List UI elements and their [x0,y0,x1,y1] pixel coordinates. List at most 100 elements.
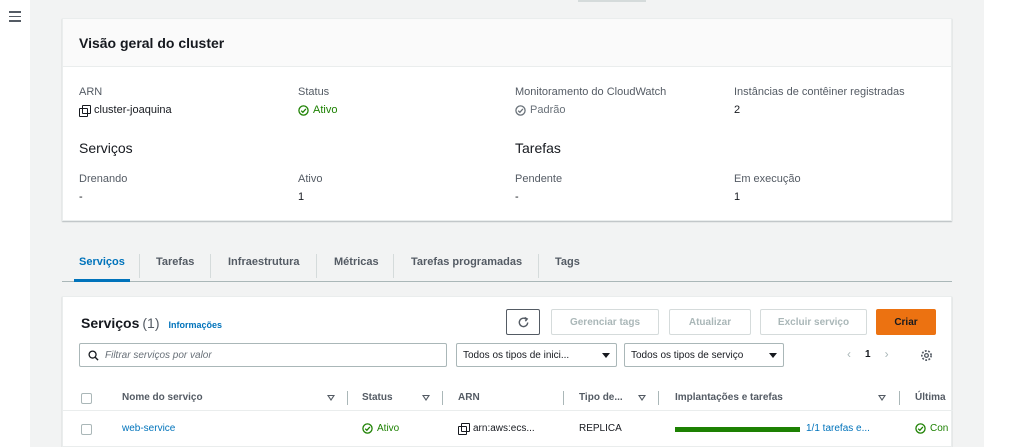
services-section-title: Serviços [79,140,133,156]
draining-value: - [79,191,83,203]
services-header: Serviços (1) Informações [81,315,222,331]
search-input[interactable]: Filtrar serviços por valor [79,343,447,367]
active-field: Ativo 1 [298,173,322,203]
deployment-progress-bar [675,427,800,432]
tab-divider [393,254,394,278]
services-title: Serviços [81,315,140,331]
menu-icon[interactable] [9,11,21,22]
column-divider [899,391,900,405]
monitoring-label: Monitoramento do CloudWatch [515,86,667,98]
column-service-name[interactable]: Nome do serviço [122,392,203,403]
instances-label: Instâncias de contêiner registradas [734,86,905,98]
service-type-value: Todos os tipos de serviço [631,349,744,361]
running-field: Em execução 1 [734,173,801,203]
column-arn[interactable]: ARN [458,392,480,403]
service-name-link[interactable]: web-service [122,423,175,434]
overview-header: Visão geral do cluster [63,19,951,67]
column-divider [442,391,443,405]
pending-label: Pendente [515,173,563,185]
running-value: 1 [734,191,741,203]
table-divider [63,410,953,411]
column-status[interactable]: Status [362,392,393,403]
tasks-section-title: Tarefas [515,140,561,156]
row-checkbox[interactable] [81,424,92,435]
refresh-icon [518,316,528,327]
monitoring-field: Monitoramento do CloudWatch Padrão [515,86,666,116]
manage-tags-button[interactable]: Gerenciar tags [551,309,659,335]
draining-field: Drenando - [79,173,127,203]
arn-field: ARN cluster-joaquina [79,86,172,117]
chevron-right-icon[interactable]: › [885,347,889,361]
active-value: 1 [298,191,305,203]
tab-infrastructure[interactable]: Infraestrutura [228,256,300,268]
column-divider [563,391,564,405]
copy-icon[interactable] [79,104,91,117]
row-arn: arn:aws:ecs... [458,423,535,435]
cluster-name: cluster-joaquina [94,104,172,116]
pagination: ‹ 1 › [847,347,889,361]
create-button[interactable]: Criar [876,309,936,335]
sort-icon[interactable] [327,395,335,401]
refresh-button[interactable] [506,309,540,335]
column-type[interactable]: Tipo de... [579,392,623,403]
check-circle-icon [915,423,926,434]
monitoring-value: Padrão [515,104,666,116]
row-status-text: Ativo [377,423,400,434]
launch-type-value: Todos os tipos de inici... [463,349,570,361]
tab-metrics[interactable]: Métricas [334,256,379,268]
row-deployments-link[interactable]: 1/1 tarefas e... [806,423,870,434]
sort-icon[interactable] [422,395,430,401]
running-label: Em execução [734,173,801,185]
select-all-checkbox[interactable] [81,393,92,404]
gear-icon[interactable] [920,349,933,362]
column-divider [658,391,659,405]
draining-label: Drenando [79,173,128,185]
page-number[interactable]: 1 [865,349,871,360]
column-divider [347,391,348,405]
row-arn-text: arn:aws:ecs... [473,423,535,434]
tab-tags[interactable]: Tags [555,256,580,268]
column-last[interactable]: Última [915,392,946,403]
right-strip [984,0,1021,447]
arn-value[interactable]: cluster-joaquina [79,104,172,117]
tab-services[interactable]: Serviços [79,256,125,268]
status-text: Ativo [313,104,338,116]
deployment-progress-fill [675,427,800,432]
launch-type-select[interactable]: Todos os tipos de inici... [456,343,617,367]
check-circle-icon [362,423,373,434]
chevron-left-icon[interactable]: ‹ [847,347,851,361]
row-type: REPLICA [579,423,622,434]
sort-icon[interactable] [878,395,886,401]
tab-tasks[interactable]: Tarefas [156,256,194,268]
pending-value: - [515,191,519,203]
service-type-select[interactable]: Todos os tipos de serviço [624,343,784,367]
caret-down-icon [769,352,777,358]
row-last: Con [915,423,948,434]
tab-scheduled-tasks[interactable]: Tarefas programadas [411,256,522,268]
cluster-overview-panel: Visão geral do cluster ARN cluster-joaqu… [62,18,952,221]
active-label: Ativo [298,173,323,185]
active-tab-indicator [74,279,130,282]
top-tab-hint [578,0,646,2]
info-link[interactable]: Informações [169,320,223,330]
check-circle-icon [515,104,526,116]
caret-down-icon [602,352,610,358]
tab-divider [316,254,317,278]
tab-divider [538,254,539,278]
services-panel: Serviços (1) Informações Gerenciar tags … [62,296,953,447]
update-button[interactable]: Atualizar [669,309,751,335]
row-status: Ativo [362,423,399,434]
copy-icon[interactable] [458,423,470,435]
status-field: Status Ativo [298,86,337,116]
sort-icon[interactable] [638,395,646,401]
instances-field: Instâncias de contêiner registradas 2 [734,86,905,116]
search-icon [88,349,99,361]
instances-value: 2 [734,104,741,116]
tab-divider [210,254,211,278]
row-last-text: Con [930,423,949,434]
status-label: Status [298,86,330,98]
delete-service-button[interactable]: Excluir serviço [760,309,867,335]
column-deployments[interactable]: Implantações e tarefas [675,392,783,403]
search-placeholder: Filtrar serviços por valor [105,349,212,361]
overview-title: Visão geral do cluster [79,35,225,51]
